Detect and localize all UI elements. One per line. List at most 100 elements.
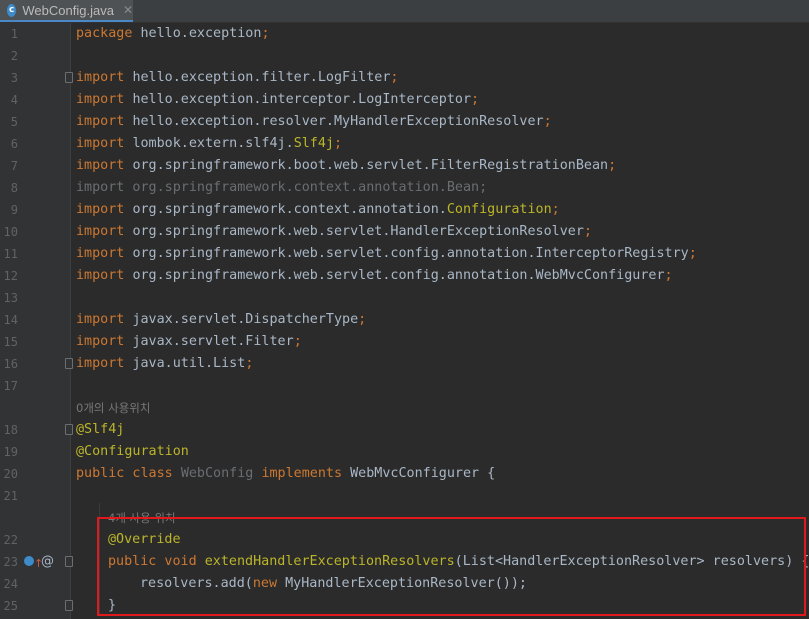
- line-number: 12: [3, 269, 18, 283]
- code-text: import org.springframework.context.annot…: [76, 177, 487, 199]
- code-text: import hello.exception.interceptor.LogIn…: [76, 89, 479, 111]
- code-text: 0개의 사용위치: [76, 397, 150, 420]
- code-line[interactable]: 17: [0, 375, 809, 397]
- usage-hint[interactable]: 0개의 사용위치: [76, 401, 150, 415]
- code-line[interactable]: 6 import lombok.extern.slf4j.Slf4j;: [0, 133, 809, 155]
- code-line[interactable]: 5 import hello.exception.resolver.MyHandl…: [0, 111, 809, 133]
- code-line[interactable]: 7 import org.springframework.boot.web.ser…: [0, 155, 809, 177]
- line-number: 7: [10, 159, 18, 173]
- fold-marker-icon[interactable]: [65, 600, 73, 611]
- line-number: 6: [10, 137, 18, 151]
- line-number: 10: [3, 225, 18, 239]
- code-line[interactable]: 19 @Configuration: [0, 441, 809, 463]
- code-token: org.springframework.web.servlet.HandlerE…: [132, 224, 584, 239]
- code-token: import: [76, 312, 133, 327]
- code-token: import: [76, 356, 133, 371]
- code-line[interactable]: 9 import org.springframework.context.anno…: [0, 199, 809, 221]
- line-number: 1: [10, 27, 18, 41]
- code-text: import javax.servlet.DispatcherType;: [76, 309, 366, 331]
- code-token: import: [76, 334, 133, 349]
- line-number: 24: [3, 577, 18, 591]
- code-line[interactable]: 18 @Slf4j: [0, 419, 809, 441]
- code-text: import java.util.List;: [76, 353, 253, 375]
- fold-marker-icon[interactable]: [65, 424, 73, 435]
- code-token: implements: [261, 466, 351, 481]
- editor-tab-bar: c WebConfig.java ✕: [0, 0, 809, 23]
- code-token: ;: [390, 70, 399, 85]
- code-line[interactable]: 11 import org.springframework.web.servlet…: [0, 243, 809, 265]
- fold-marker-icon[interactable]: [65, 556, 73, 567]
- line-number: 16: [3, 357, 18, 371]
- code-token: org.springframework.web.servlet.config.a…: [132, 268, 665, 283]
- code-token: org.springframework.context.annotation.: [132, 202, 447, 217]
- code-line[interactable]: 16 import java.util.List;: [0, 353, 809, 375]
- code-line[interactable]: 20 public class WebConfig implements WebM…: [0, 463, 809, 485]
- tab-webconfig-java[interactable]: c WebConfig.java ✕: [0, 0, 133, 22]
- line-number: 3: [10, 71, 18, 85]
- code-token: @Configuration: [76, 444, 189, 459]
- line-number: 4: [10, 93, 18, 107]
- code-token: package: [76, 26, 141, 41]
- code-line[interactable]: 2: [0, 45, 809, 67]
- close-icon[interactable]: ✕: [123, 3, 133, 17]
- code-text: import hello.exception.filter.LogFilter;: [76, 67, 398, 89]
- line-number: 20: [3, 467, 18, 481]
- code-token: import: [76, 224, 133, 239]
- red-highlight-box: [97, 517, 806, 616]
- code-text: import hello.exception.resolver.MyHandle…: [76, 111, 552, 133]
- code-line[interactable]: 1 package hello.exception;: [0, 23, 809, 45]
- code-token: import: [76, 246, 133, 261]
- code-line[interactable]: 14 import javax.servlet.DispatcherType;: [0, 309, 809, 331]
- line-number: 5: [10, 115, 18, 129]
- code-line[interactable]: 8 import org.springframework.context.anno…: [0, 177, 809, 199]
- code-token: ;: [293, 334, 302, 349]
- code-text: public class WebConfig implements WebMvc…: [76, 463, 495, 485]
- code-token: import: [76, 158, 133, 173]
- code-token: org.springframework.web.servlet.config.a…: [132, 246, 689, 261]
- code-token: hello.exception.interceptor.LogIntercept…: [132, 92, 472, 107]
- line-number: 25: [3, 599, 18, 613]
- code-token: java.util.List: [132, 356, 246, 371]
- code-line[interactable]: 13: [0, 287, 809, 309]
- code-text: import org.springframework.boot.web.serv…: [76, 155, 616, 177]
- code-token: import: [76, 70, 133, 85]
- code-text: import org.springframework.web.servlet.H…: [76, 221, 592, 243]
- code-token: ;: [358, 312, 367, 327]
- line-number: 18: [3, 423, 18, 437]
- code-line[interactable]: 4 import hello.exception.interceptor.LogI…: [0, 89, 809, 111]
- implementing-method-icon[interactable]: ↑: [24, 556, 43, 570]
- code-token: lombok.extern.slf4j.: [132, 136, 294, 151]
- line-number: 14: [3, 313, 18, 327]
- code-token: hello.exception.filter.LogFilter: [132, 70, 391, 85]
- code-token: ;: [471, 92, 480, 107]
- code-text: @Configuration: [76, 441, 189, 463]
- fold-marker-icon[interactable]: [65, 72, 73, 83]
- code-text: @Slf4j: [76, 419, 124, 441]
- code-line[interactable]: 12 import org.springframework.web.servlet…: [0, 265, 809, 287]
- code-token: import: [76, 114, 133, 129]
- code-token: ;: [551, 202, 560, 217]
- code-token: org.springframework.boot.web.servlet.Fil…: [132, 158, 609, 173]
- fold-marker-icon[interactable]: [65, 358, 73, 369]
- code-line[interactable]: 21: [0, 485, 809, 507]
- code-token: import: [76, 136, 133, 151]
- code-token: import: [76, 268, 133, 283]
- code-line[interactable]: 10 import org.springframework.web.servlet…: [0, 221, 809, 243]
- code-token: import org.springframework.context.annot…: [76, 180, 488, 195]
- code-token: WebMvcConfigurer {: [350, 466, 496, 481]
- line-number: 19: [3, 445, 18, 459]
- code-token: ;: [608, 158, 617, 173]
- line-number: 8: [10, 181, 18, 195]
- line-number: 22: [3, 533, 18, 547]
- code-text: package hello.exception;: [76, 23, 270, 45]
- code-line[interactable]: 0개의 사용위치: [0, 397, 809, 419]
- code-line[interactable]: 3 import hello.exception.filter.LogFilter…: [0, 67, 809, 89]
- line-number: 11: [3, 247, 18, 261]
- code-text: import org.springframework.web.servlet.c…: [76, 243, 697, 265]
- code-line[interactable]: 15 import javax.servlet.Filter;: [0, 331, 809, 353]
- code-token: ;: [245, 356, 254, 371]
- line-number: 15: [3, 335, 18, 349]
- code-token: ;: [334, 136, 343, 151]
- code-token: hello.exception.resolver.MyHandlerExcept…: [132, 114, 544, 129]
- at-icon[interactable]: @: [41, 551, 54, 573]
